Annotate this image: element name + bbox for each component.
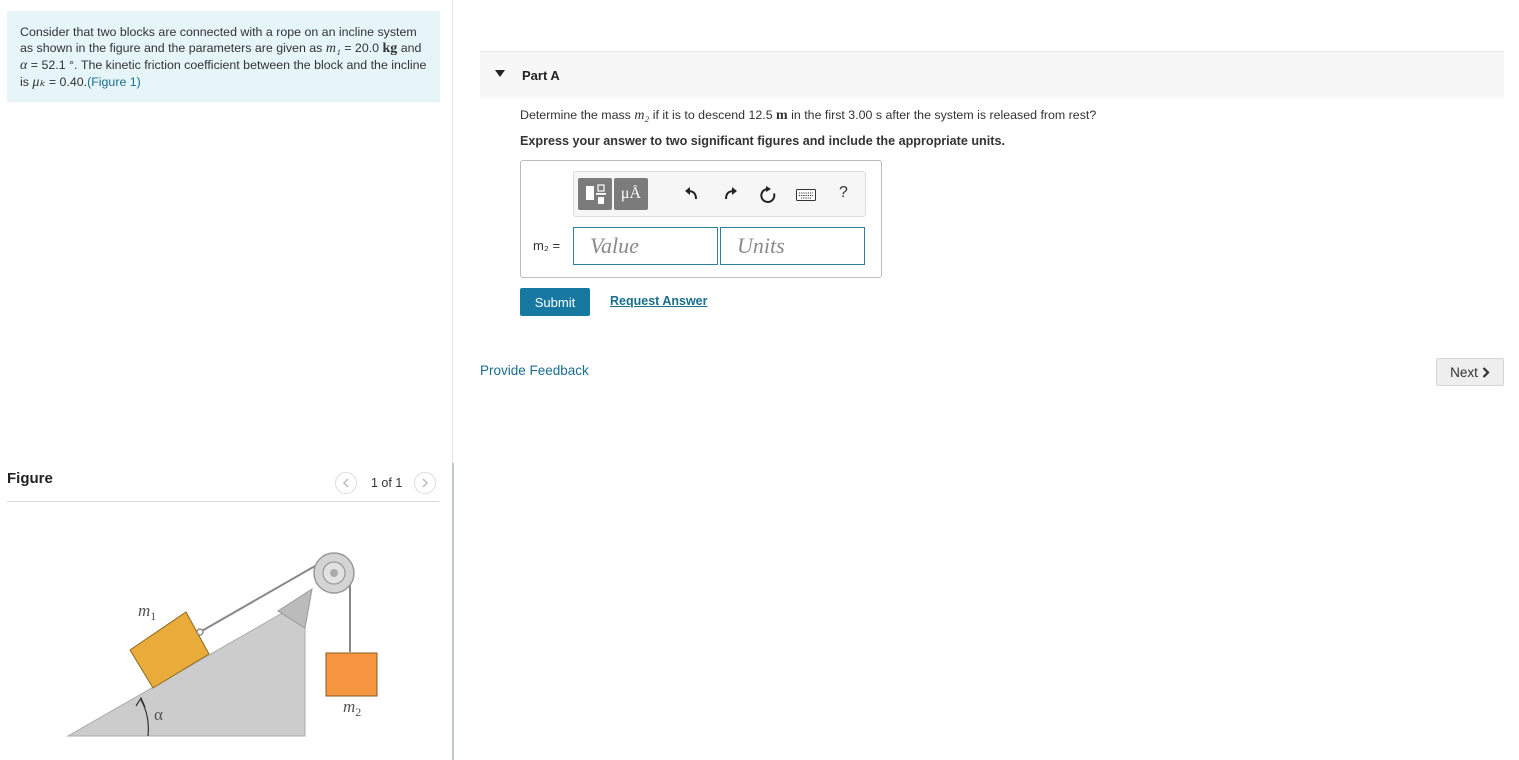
redo-icon[interactable] bbox=[722, 186, 738, 202]
instruction-text: Express your answer to two significant f… bbox=[520, 134, 1005, 148]
question-text-1: Determine the mass bbox=[520, 108, 635, 122]
prev-figure-button[interactable] bbox=[335, 472, 357, 494]
problem-statement: Consider that two blocks are connected w… bbox=[7, 11, 440, 102]
label-alpha: α bbox=[154, 705, 163, 724]
next-button-label: Next bbox=[1450, 364, 1478, 380]
next-figure-button[interactable] bbox=[414, 472, 436, 494]
incline-figure: m1 α m2 bbox=[66, 552, 378, 737]
caret-down-icon[interactable] bbox=[495, 70, 505, 78]
chevron-right-icon bbox=[1482, 366, 1490, 378]
templates-button[interactable] bbox=[578, 178, 612, 210]
figure-link[interactable]: (Figure 1) bbox=[87, 75, 141, 89]
kg-unit: kg bbox=[382, 41, 398, 56]
chevron-left-icon bbox=[342, 478, 349, 488]
keyboard-icon[interactable] bbox=[796, 189, 816, 201]
units-button-label: μÅ bbox=[620, 185, 642, 202]
mu-symbol: μₖ bbox=[32, 75, 46, 90]
pulley-hub bbox=[330, 569, 338, 577]
request-answer-link[interactable]: Request Answer bbox=[610, 294, 707, 308]
figure-header: Figure 1 of 1 bbox=[7, 466, 439, 502]
reset-icon[interactable] bbox=[759, 186, 777, 204]
m1-symbol: m₁ bbox=[325, 41, 341, 56]
part-a-header[interactable]: Part A bbox=[480, 51, 1504, 98]
submit-button[interactable]: Submit bbox=[520, 288, 590, 316]
question-text-3: in the first 3.00 s after the system is … bbox=[787, 108, 1097, 122]
chevron-right-icon bbox=[422, 478, 429, 488]
units-input[interactable] bbox=[720, 227, 865, 265]
figure-title: Figure bbox=[7, 470, 53, 487]
label-m1: m1 bbox=[138, 601, 156, 623]
figure-pager-text: 1 of 1 bbox=[371, 476, 403, 490]
value-input[interactable] bbox=[573, 227, 718, 265]
problem-text-2: = 20.0 bbox=[340, 41, 383, 55]
help-button[interactable]: ? bbox=[839, 184, 848, 202]
question-text: Determine the mass m₂ if it is to descen… bbox=[520, 108, 1096, 124]
label-m2: m2 bbox=[343, 697, 361, 719]
question-text-2: if it is to descend 12.5 bbox=[649, 108, 777, 122]
undo-icon[interactable] bbox=[684, 186, 700, 202]
next-button[interactable]: Next bbox=[1436, 358, 1504, 386]
rope-attachment bbox=[196, 628, 204, 636]
provide-feedback-link[interactable]: Provide Feedback bbox=[480, 363, 589, 378]
left-column: Consider that two blocks are connected w… bbox=[0, 0, 453, 760]
m2-symbol: m₂ bbox=[634, 108, 650, 123]
answer-box: μÅ ? m₂ = bbox=[520, 160, 882, 278]
units-button[interactable]: μÅ bbox=[614, 178, 648, 210]
column-divider-accent bbox=[452, 463, 454, 760]
answer-label: m₂ = bbox=[533, 238, 561, 253]
math-toolbar: μÅ ? bbox=[573, 171, 866, 217]
block-m2 bbox=[325, 652, 378, 697]
problem-text-3: and bbox=[397, 41, 422, 55]
templates-icon bbox=[586, 184, 606, 204]
meter-unit: m bbox=[776, 108, 788, 123]
problem-text-5: = 0.40. bbox=[45, 75, 88, 89]
part-title: Part A bbox=[522, 68, 560, 83]
